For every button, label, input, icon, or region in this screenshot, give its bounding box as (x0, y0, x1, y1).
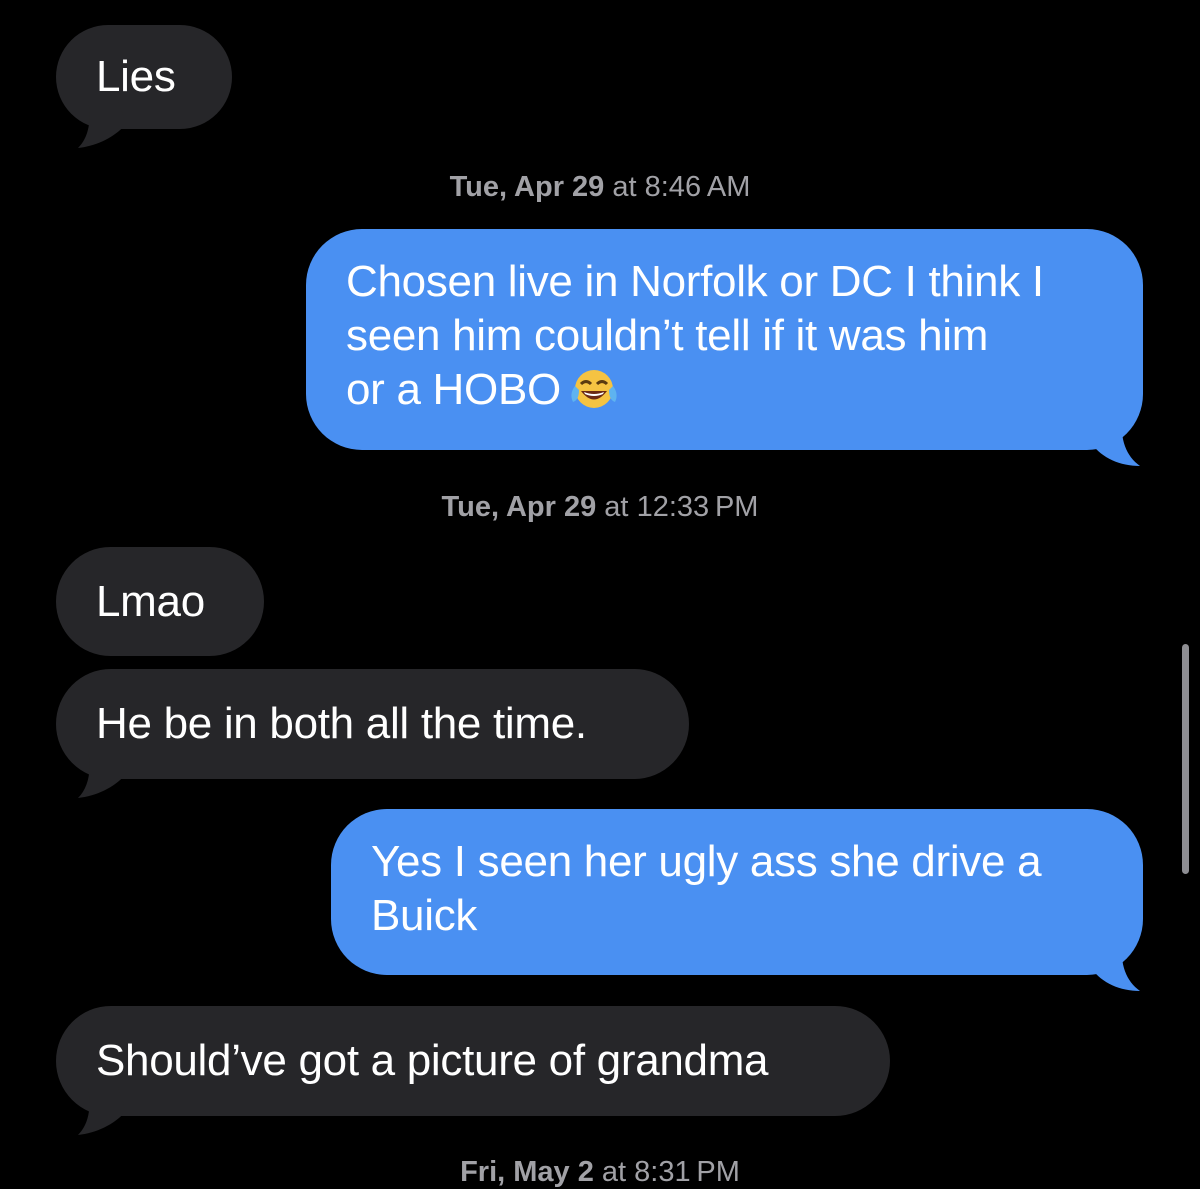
outgoing-bubble-tail (1092, 941, 1140, 991)
incoming-bubble-tail (78, 100, 126, 148)
message-text: He be in both all the time. (96, 699, 587, 748)
incoming-bubble-tail (78, 750, 126, 798)
incoming-message-bubble[interactable]: Should’ve got a picture of grandma (56, 1006, 890, 1116)
message-text: Lies (96, 52, 176, 101)
timestamp: Fri, May 2 at 8:31 PM (460, 1156, 740, 1188)
message-text: Should’ve got a picture of grandma (96, 1036, 769, 1085)
message-line: seen him couldn’t tell if it was him (346, 311, 989, 360)
message-line: Chosen live in Norfolk or DC I think I (346, 257, 1044, 306)
message-thread: Lies Tue, Apr 29 at 8:46 AM Chosen live … (0, 0, 1200, 1188)
message-text: Lmao (96, 576, 205, 626)
message-line: Yes I seen her ugly ass she drive a (371, 837, 1042, 886)
outgoing-bubble-tail (1092, 416, 1140, 466)
outgoing-message-bubble[interactable]: Yes I seen her ugly ass she drive a Buic… (331, 809, 1143, 975)
message-line: Buick (371, 891, 478, 940)
message-line: or a HOBO (346, 363, 1105, 425)
scroll-indicator[interactable] (1182, 644, 1189, 874)
timestamp: Tue, Apr 29 at 12:33 PM (441, 491, 759, 523)
timestamp: Tue, Apr 29 at 8:46 AM (449, 171, 751, 203)
incoming-message-bubble[interactable]: He be in both all the time. (56, 669, 689, 779)
incoming-message-bubble[interactable]: Lmao (56, 547, 264, 656)
outgoing-message-bubble[interactable]: Chosen live in Norfolk or DC I think I s… (306, 229, 1143, 450)
face-with-tears-of-joy-icon (569, 366, 619, 425)
incoming-bubble-tail (78, 1087, 126, 1135)
